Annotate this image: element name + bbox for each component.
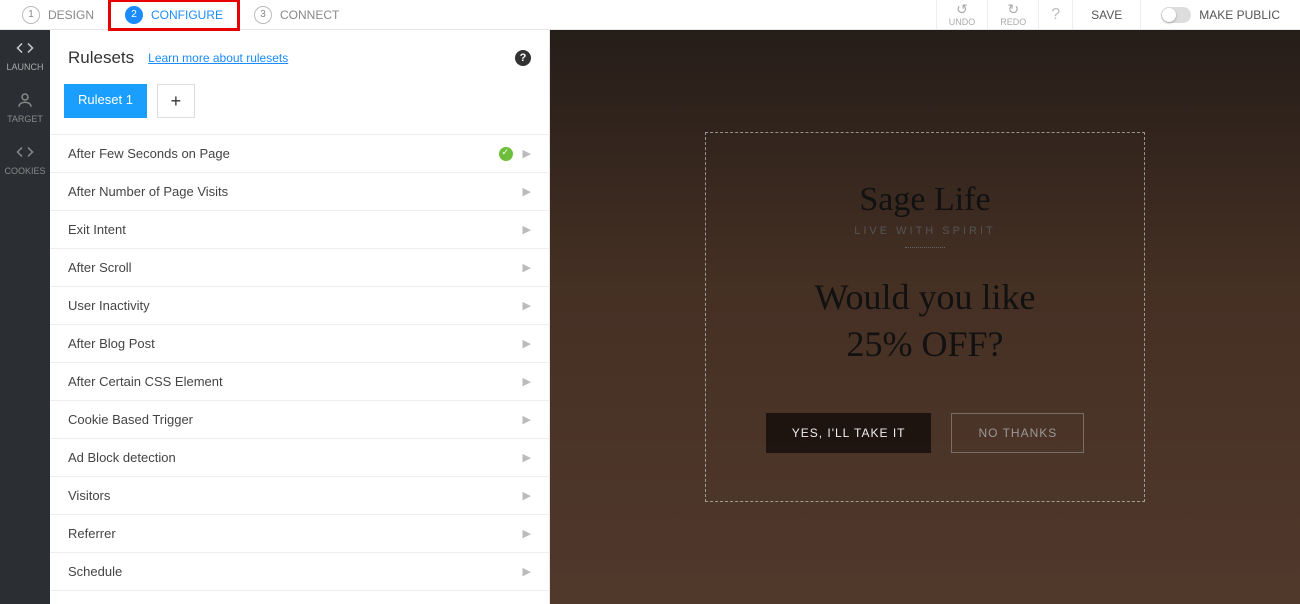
toggle-switch-icon [1161,7,1191,23]
panel-title: Rulesets [68,48,134,68]
rule-label: Exit Intent [68,222,126,237]
ruleset-tabs: Ruleset 1 + [50,76,549,135]
step-configure[interactable]: 2 CONFIGURE [108,0,240,31]
sidebar-item-label: TARGET [7,114,43,124]
popup-headline: Would you like 25% OFF? [766,274,1085,368]
redo-button[interactable]: ↻ REDO [987,0,1038,29]
chevron-right-icon: ▶ [523,337,531,350]
code-icon [16,40,34,58]
chevron-right-icon: ▶ [523,223,531,236]
rule-label: User Inactivity [68,298,150,313]
chevron-right-icon: ▶ [523,565,531,578]
rules-list: After Few Seconds on Page▶After Number o… [50,135,549,604]
wizard-steps: 1 DESIGN 2 CONFIGURE 3 CONNECT [0,0,353,31]
rule-row[interactable]: User Inactivity ▶ [50,287,549,325]
make-public-label: MAKE PUBLIC [1199,8,1280,22]
chevron-right-icon: ▶ [523,527,531,540]
save-button[interactable]: SAVE [1072,0,1140,29]
rule-row[interactable]: Schedule ▶ [50,553,549,591]
chevron-right-icon: ▶ [523,299,531,312]
top-right-toolbar: ↺ UNDO ↻ REDO ? SAVE MAKE PUBLIC [936,0,1300,29]
make-public-toggle[interactable]: MAKE PUBLIC [1140,0,1300,29]
left-sidebar: LAUNCH TARGET COOKIES [0,30,50,604]
no-button[interactable]: NO THANKS [951,413,1084,453]
chevron-right-icon: ▶ [523,489,531,502]
step-number: 2 [125,6,143,24]
popup-buttons: YES, I'LL TAKE IT NO THANKS [766,413,1085,453]
undo-label: UNDO [949,17,976,27]
panel-header: Rulesets Learn more about rulesets ? [50,30,549,76]
ruleset-tab-1[interactable]: Ruleset 1 [64,84,147,118]
step-number: 3 [254,6,272,24]
help-icon: ? [1051,6,1060,24]
rule-row[interactable]: Visitors ▶ [50,477,549,515]
step-number: 1 [22,6,40,24]
undo-icon: ↺ [956,2,968,16]
plus-icon: + [171,91,182,112]
brand-logo: Sage Life [766,181,1085,219]
popup-preview: Sage Life LIVE WITH SPIRIT Would you lik… [705,132,1146,503]
chevron-right-icon: ▶ [523,147,531,160]
config-panel: Rulesets Learn more about rulesets ? Rul… [50,30,550,604]
rule-row[interactable]: Referrer ▶ [50,515,549,553]
rule-row[interactable]: On Click▶ [50,591,549,604]
user-icon [16,92,34,110]
divider [905,247,945,248]
preview-pane: Sage Life LIVE WITH SPIRIT Would you lik… [550,30,1300,604]
rule-label: After Scroll [68,260,132,275]
headline-line-1: Would you like [814,277,1035,317]
chevron-right-icon: ▶ [523,413,531,426]
rule-label: After Number of Page Visits [68,184,228,199]
add-ruleset-button[interactable]: + [157,84,195,118]
rule-label: Referrer [68,526,116,541]
sidebar-item-label: COOKIES [4,166,45,176]
step-label: CONFIGURE [151,8,223,22]
rule-row[interactable]: After Scroll ▶ [50,249,549,287]
rule-label: After Blog Post [68,336,155,351]
redo-label: REDO [1000,17,1026,27]
top-bar: 1 DESIGN 2 CONFIGURE 3 CONNECT ↺ UNDO ↻ … [0,0,1300,30]
step-label: DESIGN [48,8,94,22]
rule-label: After Few Seconds on Page [68,146,230,161]
redo-icon: ↻ [1007,2,1019,16]
rule-row[interactable]: After Few Seconds on Page ▶ [50,135,549,173]
rule-label: Visitors [68,488,110,503]
check-icon [499,147,513,161]
step-label: CONNECT [280,8,339,22]
rule-row[interactable]: Exit Intent ▶ [50,211,549,249]
chevron-right-icon: ▶ [523,261,531,274]
rule-label: After Certain CSS Element [68,374,223,389]
chevron-right-icon: ▶ [523,375,531,388]
rule-label: Ad Block detection [68,450,176,465]
rule-row[interactable]: After Certain CSS Element ▶ [50,363,549,401]
rule-row[interactable]: Ad Block detection ▶ [50,439,549,477]
sidebar-item-target[interactable]: TARGET [0,82,50,134]
learn-more-link[interactable]: Learn more about rulesets [148,51,288,65]
main-area: LAUNCH TARGET COOKIES Rulesets Learn mor… [0,30,1300,604]
rule-label: Schedule [68,564,122,579]
chevron-right-icon: ▶ [523,451,531,464]
rule-row[interactable]: After Blog Post ▶ [50,325,549,363]
yes-button[interactable]: YES, I'LL TAKE IT [766,413,932,453]
sidebar-item-launch[interactable]: LAUNCH [0,30,50,82]
rule-row[interactable]: Cookie Based Trigger ▶ [50,401,549,439]
step-design[interactable]: 1 DESIGN [8,2,108,28]
sidebar-item-cookies[interactable]: COOKIES [0,134,50,186]
save-label: SAVE [1091,8,1122,22]
chevron-right-icon: ▶ [523,185,531,198]
help-button[interactable]: ? [1038,0,1072,29]
code-icon [16,144,34,162]
headline-line-2: 25% OFF? [846,324,1003,364]
rule-label: Cookie Based Trigger [68,412,193,427]
panel-help-icon[interactable]: ? [515,50,531,66]
sidebar-item-label: LAUNCH [6,62,43,72]
undo-button[interactable]: ↺ UNDO [936,0,988,29]
step-connect[interactable]: 3 CONNECT [240,2,353,28]
brand-tagline: LIVE WITH SPIRIT [766,225,1085,237]
rule-row[interactable]: After Number of Page Visits ▶ [50,173,549,211]
